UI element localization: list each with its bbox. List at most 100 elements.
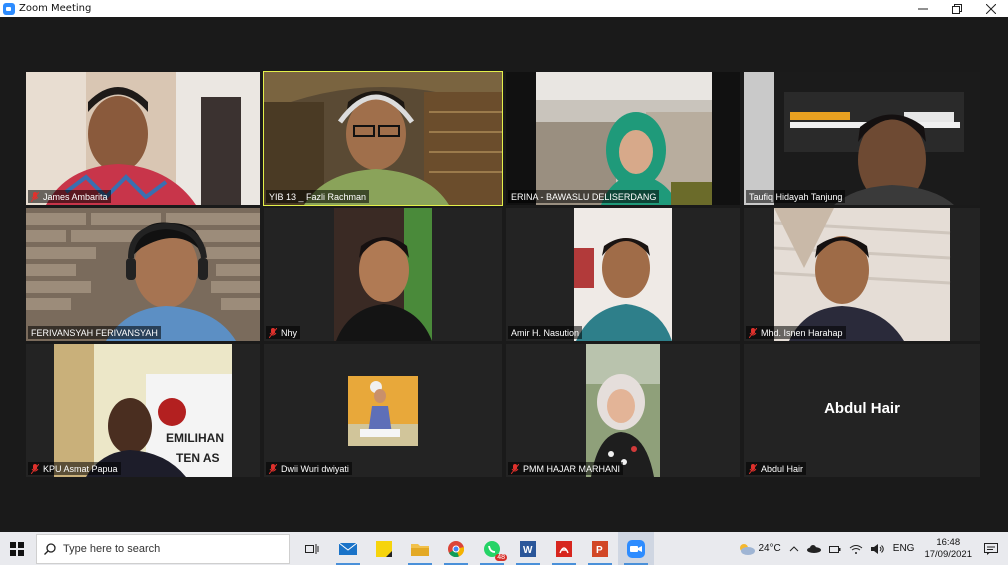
svg-text:EMILIHAN: EMILIHAN [166,431,224,445]
muted-mic-icon [749,327,757,338]
window-title-bar: Zoom Meeting [0,0,1008,17]
taskbar-whatsapp[interactable]: 48 [474,532,510,565]
participant-video [264,72,502,205]
windows-taskbar: Type here to search 48 W P 24°C ENG 16:4… [0,532,1008,565]
muted-mic-icon [749,463,757,474]
muted-mic-icon [511,463,519,474]
notification-icon [984,542,998,555]
clock-date: 17/09/2021 [924,548,972,560]
participant-video [506,344,740,477]
restore-button[interactable] [940,0,974,17]
taskbar-acrobat[interactable] [546,532,582,565]
participant-tile[interactable]: Dwii Wuri dwiyati [264,344,502,477]
start-button[interactable] [0,532,34,565]
svg-text:P: P [596,545,603,556]
participant-video [264,344,502,477]
taskbar-chrome[interactable] [438,532,474,565]
participant-name: Amir H. Nasution [511,327,580,338]
close-icon [986,3,996,14]
taskbar-powerpoint[interactable]: P [582,532,618,565]
muted-mic-icon [269,463,277,474]
zoom-app-icon [3,2,15,15]
clock-time: 16:48 [936,536,961,548]
zoom-icon [627,539,645,558]
whatsapp-unread-badge: 48 [495,554,507,561]
participant-nameplate: KPU Asmat Papua [28,462,121,475]
participant-name: KPU Asmat Papua [43,463,118,474]
task-view-button[interactable] [294,532,330,565]
participant-nameplate: Dwii Wuri dwiyati [266,462,352,475]
muted-mic-icon [31,463,39,474]
participant-video [26,208,260,341]
weather-temperature: 24°C [758,543,781,554]
participant-name: Taufiq Hidayah Tanjung [749,191,843,202]
window-title: Zoom Meeting [19,3,92,14]
participant-tile[interactable]: James Ambarita [26,72,260,205]
taskbar-zoom[interactable] [618,532,654,565]
taskbar-file-explorer[interactable] [402,532,438,565]
muted-mic-icon [269,327,277,338]
participant-name: YIB 13 _ Fazli Rachman [269,191,367,202]
minimize-button[interactable] [906,0,940,17]
participant-name: FERIVANSYAH FERIVANSYAH [31,327,158,338]
participant-name: Dwii Wuri dwiyati [281,463,349,474]
weather-widget[interactable]: 24°C [733,543,784,555]
participant-video [744,72,980,205]
participant-nameplate: Amir H. Nasution [508,326,583,339]
network-button[interactable] [845,544,867,554]
restore-icon [952,3,962,14]
participant-tile[interactable]: Nhy [264,208,502,341]
chrome-icon [448,540,464,557]
chevron-up-icon [789,545,799,551]
participant-nameplate: PMM HAJAR MARHANI [508,462,624,475]
participant-video [26,72,260,205]
participant-video [744,208,980,341]
muted-mic-icon [31,191,39,202]
participant-tile[interactable]: EMILIHAN TEN AS KPU Asmat Papua [26,344,260,477]
input-language[interactable]: ENG [889,543,919,554]
participant-tile[interactable]: Amir H. Nasution [506,208,740,341]
participant-tile[interactable]: Mhd. Isnen Harahap [744,208,980,341]
taskbar-search-box[interactable]: Type here to search [36,533,290,564]
volume-button[interactable] [867,543,889,554]
word-icon: W [520,540,536,557]
participant-nameplate: FERIVANSYAH FERIVANSYAH [28,326,161,339]
participant-video [506,72,740,205]
speaker-icon [870,543,884,554]
participant-display-name: Abdul Hair [824,400,900,417]
svg-text:TEN AS: TEN AS [176,451,220,465]
onedrive-button[interactable] [803,544,825,553]
participant-name: Mhd. Isnen Harahap [761,327,843,338]
participant-tile-video-off[interactable]: Abdul Hair Abdul Hair [744,344,980,477]
participant-video [506,208,740,341]
participant-tile[interactable]: Taufiq Hidayah Tanjung [744,72,980,205]
gallery-view: James Ambarita YIB 13 _ Fazli Rachman ER… [0,17,1008,532]
search-placeholder: Type here to search [63,542,161,555]
notifications-button[interactable] [978,542,1008,555]
participant-tile[interactable]: FERIVANSYAH FERIVANSYAH [26,208,260,341]
file-explorer-icon [411,543,429,556]
participant-nameplate: Mhd. Isnen Harahap [746,326,846,339]
minimize-icon [918,8,928,9]
participant-tile[interactable]: PMM HAJAR MARHANI [506,344,740,477]
svg-text:W: W [523,545,533,556]
battery-icon [828,545,841,553]
show-hidden-icons-button[interactable] [785,545,803,553]
windows-logo-icon [10,541,24,556]
participant-video [264,208,502,341]
search-icon [37,542,63,555]
participant-name: Abdul Hair [761,463,804,474]
taskbar-clock[interactable]: 16:48 17/09/2021 [918,537,978,561]
system-tray: 24°C ENG 16:48 17/09/2021 [733,532,1008,565]
participant-tile[interactable]: ERINA - BAWASLU DELISERDANG [506,72,740,205]
participant-tile-active-speaker[interactable]: YIB 13 _ Fazli Rachman [263,71,503,206]
onedrive-cloud-icon [806,544,821,553]
taskbar-sticky-notes[interactable] [366,532,402,565]
close-button[interactable] [974,0,1008,17]
battery-button[interactable] [825,544,845,554]
taskbar-mail[interactable] [330,532,366,565]
participant-name: ERINA - BAWASLU DELISERDANG [511,191,657,202]
taskbar-word[interactable]: W [510,532,546,565]
acrobat-icon [556,540,572,557]
participant-name: James Ambarita [43,191,108,202]
